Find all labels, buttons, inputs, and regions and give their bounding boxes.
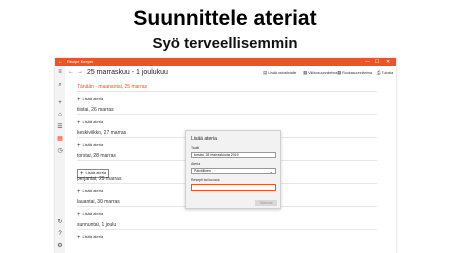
calendar-icon: ▦ — [303, 70, 308, 75]
hero-banner: Suunnittele ateriat Syö terveellisemmin — [0, 0, 450, 58]
print-button[interactable]: ⎙Tulosta — [377, 70, 393, 75]
day-title: tiistai, 26 marras — [77, 107, 377, 115]
app-name: Recipe Keeper — [67, 59, 94, 64]
add-to-shopping-list-button[interactable]: ▤Lisää ostoslistalle — [263, 70, 296, 76]
close-icon[interactable]: ✕ — [386, 58, 390, 66]
plus-icon: + — [77, 235, 81, 241]
toolbar: ← → 25 marraskuu - 1 joulukuu ▤Lisää ost… — [65, 66, 396, 80]
date-picker[interactable]: torstai, 28 marraskuuta 2019 — [191, 152, 276, 158]
add-meal-button[interactable]: + Lisää ateria — [77, 96, 377, 103]
clock-icon[interactable]: ◷ — [56, 147, 64, 155]
cart-icon: ▤ — [263, 70, 268, 75]
plus-icon: + — [77, 212, 81, 218]
add-meal-button[interactable]: + Lisää ateria — [77, 211, 377, 218]
help-icon[interactable]: ? — [56, 230, 64, 238]
plus-icon: + — [77, 120, 81, 126]
menu-icon[interactable]: ≡ — [56, 68, 64, 76]
plus-icon: + — [77, 143, 81, 149]
calendar-icon: ▦ — [337, 70, 342, 75]
next-week-icon[interactable]: → — [77, 69, 83, 75]
back-arrow-icon[interactable]: ← — [58, 58, 63, 66]
app-window: ← Recipe Keeper — ☐ ✕ ≡ ⌕ + ⌂ ☰ ▦ ◷ ↻ ? … — [55, 58, 396, 253]
calendar-icon[interactable]: ▦ — [56, 135, 64, 143]
previous-week-icon[interactable]: ← — [68, 69, 74, 75]
day-section: sunnuntai, 1 joulu + Lisää ateria — [77, 222, 377, 241]
hero-subtitle: Syö terveellisemmin — [152, 35, 298, 52]
list-icon[interactable]: ☰ — [56, 123, 64, 131]
maximize-icon[interactable]: ☐ — [375, 58, 379, 66]
save-button[interactable]: Tallenna — [255, 200, 277, 206]
add-meal-button[interactable]: + Lisää ateria — [77, 119, 377, 126]
hero-title: Suunnittele ateriat — [133, 7, 317, 30]
home-icon[interactable]: ⌂ — [56, 111, 64, 119]
plus-icon: + — [77, 189, 81, 195]
sync-icon[interactable]: ↻ — [56, 218, 64, 226]
recipe-label: Resepti tai kuvaus — [191, 178, 220, 182]
left-navigation: ≡ ⌕ + ⌂ ☰ ▦ ◷ ↻ ? ⚙ — [55, 66, 65, 253]
day-title: Tänään - maanantai, 25 marras — [77, 84, 377, 92]
meal-select[interactable]: Päivällinen ⌄ — [191, 168, 276, 174]
print-icon: ⎙ — [377, 70, 381, 75]
day-section: tiistai, 26 marras + Lisää ateria — [77, 107, 377, 126]
add-icon[interactable]: + — [56, 99, 64, 107]
recipe-input[interactable] — [191, 184, 276, 191]
date-label: Taulti — [191, 146, 200, 150]
add-meal-button[interactable]: + Lisää ateria — [77, 234, 377, 241]
chevron-down-icon: ⌄ — [269, 169, 273, 174]
date-range: 25 marraskuu - 1 joulukuu — [87, 69, 168, 76]
day-section: Tänään - maanantai, 25 marras + Lisää ate… — [77, 84, 377, 103]
day-title: sunnuntai, 1 joulu — [77, 222, 377, 230]
title-bar: ← Recipe Keeper — ☐ ✕ — [55, 58, 396, 66]
meal-plan-button[interactable]: ▦Ruokasuunnitelma — [337, 70, 372, 76]
minimize-icon[interactable]: — — [365, 58, 370, 66]
add-meal-dialog: Lisää ateria Taulti torstai, 28 marrasku… — [185, 130, 281, 209]
settings-icon[interactable]: ⚙ — [56, 242, 64, 250]
search-icon[interactable]: ⌕ — [56, 81, 64, 89]
meal-label: Ateria — [191, 162, 201, 166]
dialog-title: Lisää ateria — [191, 136, 217, 142]
plus-icon: + — [77, 97, 81, 103]
meal-planner-content: ← → 25 marraskuu - 1 joulukuu ▤Lisää ost… — [65, 66, 396, 253]
week-plan-button[interactable]: ▦Viikkosuunnitelma — [303, 70, 337, 76]
